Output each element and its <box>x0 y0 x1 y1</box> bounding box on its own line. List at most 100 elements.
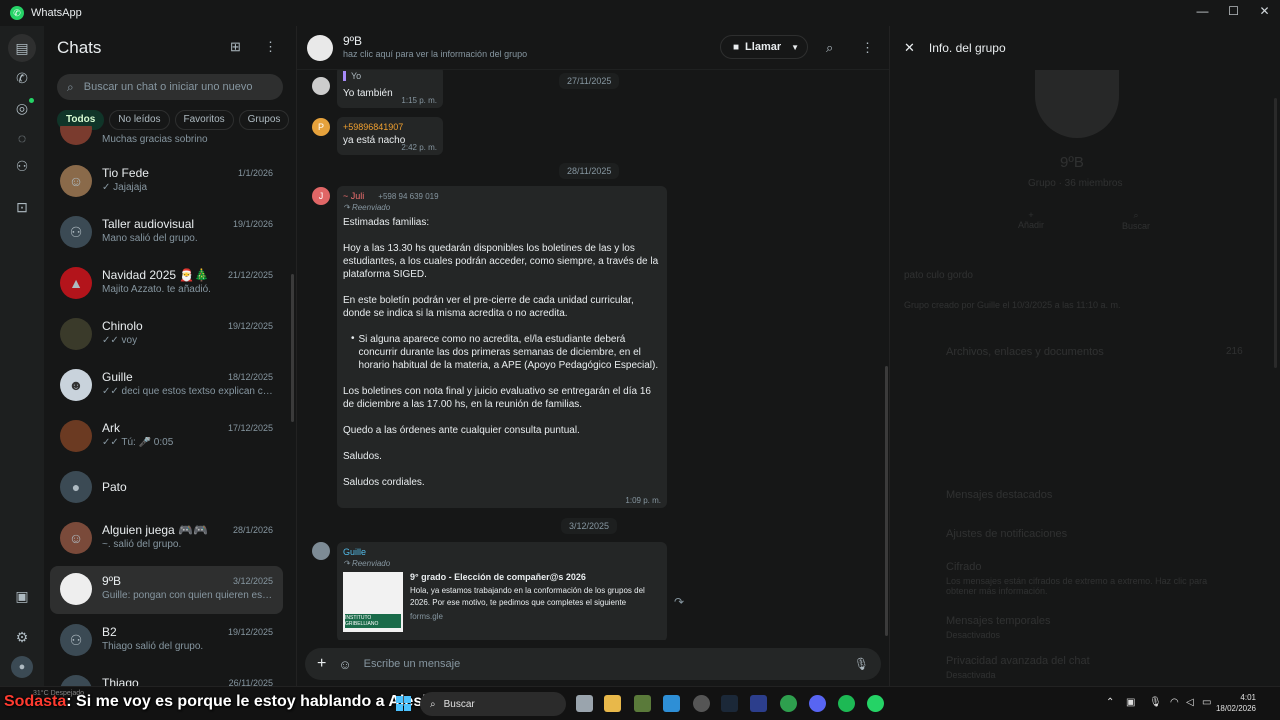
discord-icon[interactable] <box>809 695 826 712</box>
group-photo[interactable] <box>1035 70 1119 138</box>
chat-item[interactable]: ⚇ Taller audiovisual 19/1/2026 Mano sali… <box>50 209 283 257</box>
media-nav-button[interactable]: ▣ <box>0 581 44 611</box>
minecraft-icon[interactable] <box>634 695 651 712</box>
chat-item-selected[interactable]: 9ºB 3/12/2025 Guille: pongan con quien q… <box>50 566 283 614</box>
search-label: Buscar <box>1122 221 1151 231</box>
archived-nav-button[interactable]: ⊡ <box>0 192 44 222</box>
chat-item[interactable]: ☺ Alguien juega 🎮🎮 28/1/2026 ~. salió de… <box>50 515 283 563</box>
chat-item[interactable]: ⚇ B2 19/12/2025 Thiago salió del grupo. <box>50 617 283 665</box>
chat-avatar <box>60 126 92 145</box>
message-bullet: • Si alguna aparece como no acredita, el/… <box>343 333 661 372</box>
info-scrollbar[interactable] <box>1274 98 1277 368</box>
search-icon[interactable]: ⌕ <box>826 40 833 56</box>
chrome-icon[interactable] <box>780 695 797 712</box>
chevron-up-icon[interactable]: ⌃ <box>1106 697 1114 708</box>
sticker-emoji-icon[interactable]: ☺ <box>338 657 351 672</box>
chat-search-input[interactable]: ⌕ Buscar un chat o iniciar uno nuevo <box>57 74 283 100</box>
notification-settings-link[interactable]: Ajustes de notificaciones <box>946 528 1067 540</box>
maximize-button[interactable]: ☐ <box>1218 0 1249 22</box>
microphone-icon[interactable]: 🎙 <box>1149 697 1162 708</box>
group-name: 9ºB <box>1060 154 1084 171</box>
temporary-messages-link[interactable]: Mensajes temporales <box>946 615 1051 627</box>
status-nav-button[interactable]: ◎ <box>0 93 44 123</box>
clock-date: 18/02/2026 <box>1215 704 1256 713</box>
message-bubble[interactable]: ~ Juli +598 94 639 019 ↷ Reenviado Estima… <box>337 186 667 508</box>
chats-nav-button[interactable]: ▤ <box>0 33 44 63</box>
close-icon[interactable]: ✕ <box>904 40 915 56</box>
link-thumbnail: INSTITUTO GRIBELLIANO <box>343 572 403 632</box>
chat-item[interactable]: ▲ Navidad 2025 🎅🎄 21/12/2025 Majito Azza… <box>50 260 283 308</box>
message-bubble[interactable]: +59896841907 ya está nacho 2:42 p. m. <box>337 117 443 155</box>
chat-item[interactable]: Ark 17/12/2025 ✓✓ Tú: 🎤 0:05 <box>50 413 283 461</box>
settings-app-icon[interactable] <box>693 695 710 712</box>
chat-item[interactable]: Chinolo 19/12/2025 ✓✓ voy <box>50 311 283 359</box>
new-chat-icon[interactable]: ⊞ <box>230 39 241 55</box>
app-info-icon[interactable] <box>750 695 767 712</box>
wifi-icon[interactable]: ◠ <box>1170 697 1179 708</box>
steam-icon[interactable] <box>721 695 738 712</box>
chat-date: 19/12/2025 <box>227 627 273 637</box>
profile-nav-button[interactable]: ● <box>0 652 44 682</box>
advanced-privacy-link[interactable]: Privacidad avanzada del chat <box>946 655 1090 667</box>
forward-message-icon[interactable]: ↷ <box>674 595 684 609</box>
media-files-link[interactable]: Archivos, enlaces y documentos <box>946 346 1104 358</box>
calls-nav-button[interactable]: ✆ <box>0 63 44 93</box>
encryption-link[interactable]: Cifrado <box>946 561 981 573</box>
communities-nav-button[interactable]: ⚇ <box>0 151 44 181</box>
call-button[interactable]: ■ Llamar ▼ <box>720 35 808 59</box>
chat-item[interactable]: ● Thiago 26/11/2025 <box>50 668 283 686</box>
battery-icon[interactable]: ▭ <box>1202 697 1211 708</box>
chat-item[interactable]: ● Pato <box>50 464 283 512</box>
navigation-rail: ▤ ✆ ◎ ◌ ⚇ ⊡ ▣ ⚙ ● <box>0 26 44 686</box>
task-view-icon[interactable] <box>576 695 593 712</box>
menu-dots-icon[interactable]: ⋮ <box>264 39 277 55</box>
message-paragraph: Los boletines con nota final y juicio ev… <box>343 386 654 410</box>
search-group-button[interactable]: ⌕ Buscar <box>1122 210 1150 231</box>
tray-app-icon[interactable]: ▣ <box>1126 697 1135 708</box>
sender-header: ~ Juli +598 94 639 019 <box>343 191 661 201</box>
channels-nav-button[interactable]: ◌ <box>0 123 44 153</box>
close-window-button[interactable]: ✕ <box>1249 0 1280 22</box>
microphone-icon[interactable]: 🎙 <box>854 657 869 671</box>
thumbnail-logo: INSTITUTO GRIBELLIANO <box>345 614 401 628</box>
link-preview[interactable]: INSTITUTO GRIBELLIANO 9° grado - Elecció… <box>343 572 661 632</box>
media-count: 216 <box>1226 346 1243 357</box>
message-input[interactable]: Escribe un mensaje <box>364 658 461 670</box>
chat-avatar: ▲ <box>60 267 92 299</box>
minimize-button[interactable]: — <box>1187 0 1218 22</box>
photos-icon[interactable] <box>663 695 680 712</box>
group-avatar-icon: ⚇ <box>60 624 92 656</box>
taskbar-search[interactable]: ⌕ Buscar <box>420 692 566 716</box>
sender-name: ~ Juli <box>343 191 365 201</box>
chat-item[interactable]: ☻ Guille 18/12/2025 ✓✓ deci que estos te… <box>50 362 283 410</box>
chevron-down-icon: ▼ <box>791 42 800 52</box>
advanced-privacy-status: Desactivada <box>946 670 996 680</box>
add-label: Añadir <box>1018 220 1045 230</box>
attach-plus-icon[interactable]: + <box>317 655 326 673</box>
chat-name: Navidad 2025 🎅🎄 <box>102 268 210 282</box>
quoted-message: Yo <box>343 71 437 81</box>
starred-messages-link[interactable]: Mensajes destacados <box>946 489 1052 501</box>
whatsapp-taskbar-icon[interactable] <box>867 695 884 712</box>
conversation-scrollbar[interactable] <box>885 366 888 636</box>
chat-item[interactable]: ☺ Tio Fede 1/1/2026 ✓ Jajajaja <box>50 158 283 206</box>
gallery-icon: ▣ <box>15 587 29 604</box>
conversation-header[interactable]: 9ºB haz clic aquí para ver la informació… <box>297 26 889 70</box>
windows-start-icon[interactable] <box>396 696 411 711</box>
taskbar-clock[interactable]: 4:01 18/02/2026 <box>1216 692 1256 714</box>
chat-date: 19/1/2026 <box>232 219 273 229</box>
settings-nav-button[interactable]: ⚙ <box>0 622 44 652</box>
message-bubble[interactable]: Guille ↷ Reenviado INSTITUTO GRIBELLIANO… <box>337 542 667 640</box>
add-member-button[interactable]: + Añadir <box>1018 210 1044 230</box>
volume-icon[interactable]: ◁ <box>1186 697 1194 708</box>
menu-dots-icon[interactable]: ⋮ <box>861 40 874 56</box>
spotify-icon[interactable] <box>838 695 855 712</box>
chat-list-scrollbar[interactable] <box>291 274 294 422</box>
message-bubble[interactable]: Yo Yo también 1:15 p. m. <box>337 70 443 108</box>
group-avatar[interactable] <box>307 34 333 61</box>
chat-item[interactable]: Muchas gracias sobrino <box>50 126 283 154</box>
file-explorer-icon[interactable] <box>604 695 621 712</box>
gear-icon: ⚙ <box>15 628 29 645</box>
chat-avatar: ☺ <box>60 165 92 197</box>
chat-name: Guille <box>102 370 133 384</box>
